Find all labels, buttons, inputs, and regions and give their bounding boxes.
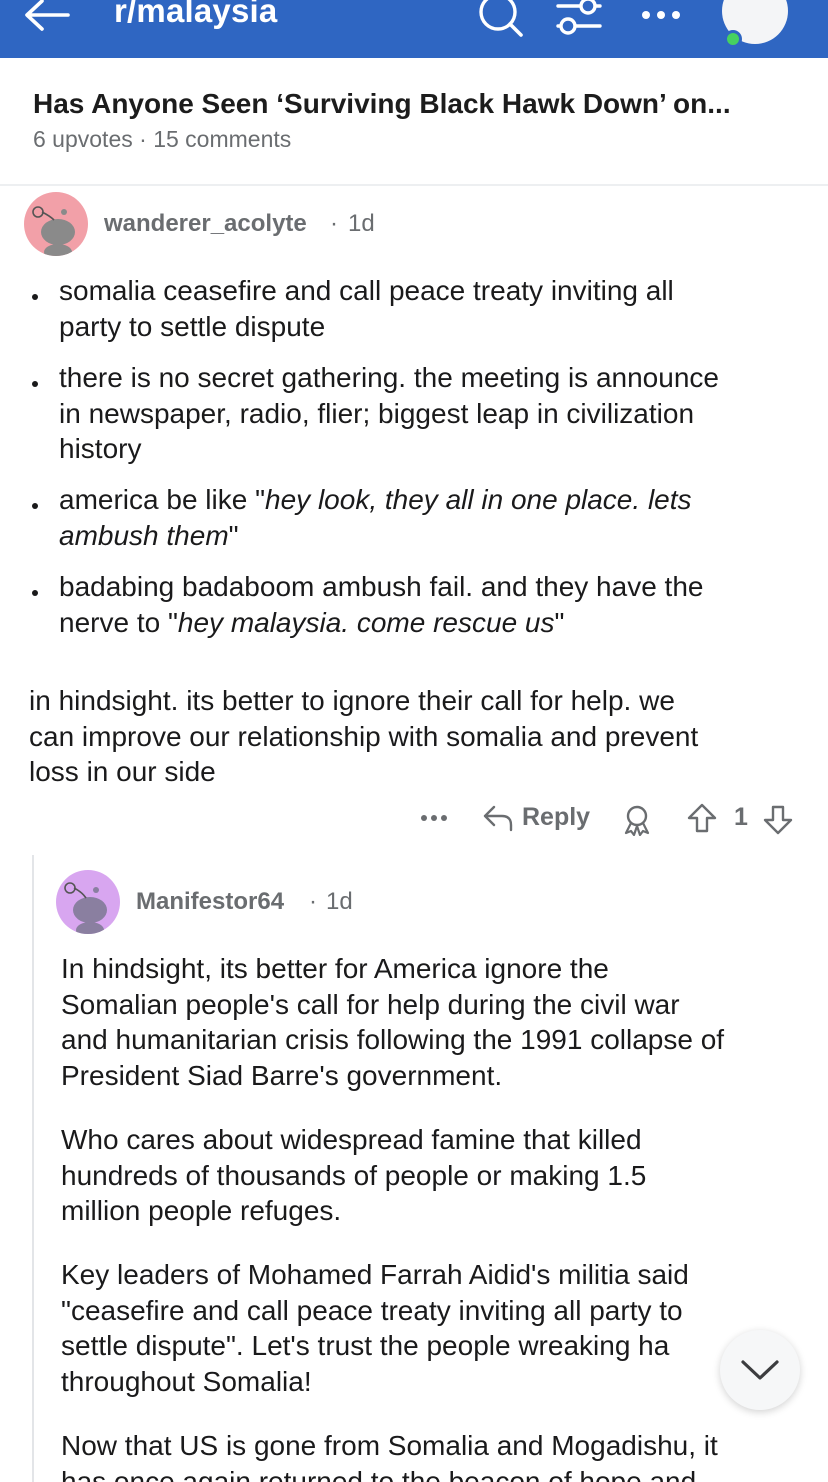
- commenter-avatar[interactable]: [24, 192, 88, 256]
- paragraph-line: In hindsight, its better for America ign…: [61, 953, 609, 984]
- paragraph-line: "ceasefire and call peace treaty invitin…: [61, 1294, 683, 1326]
- paragraph-line: Key leaders of Mohamed Farrah Aidid's mi…: [61, 1259, 689, 1290]
- list-item: america be like "hey look, they all in o…: [59, 482, 692, 553]
- list-item-line: somalia ceasefire and call peace treaty …: [59, 275, 674, 306]
- reply-button[interactable]: Reply: [522, 803, 590, 832]
- paragraph-line: Who cares about widespread famine that k…: [61, 1124, 642, 1155]
- comment-author[interactable]: wanderer_acolyte: [104, 210, 307, 238]
- comment-paragraph: Who cares about widespread famine that k…: [61, 1122, 646, 1229]
- paragraph-line: has once again returned to the beacon of…: [61, 1465, 697, 1482]
- bullet-marker: [32, 294, 38, 300]
- divider: [0, 184, 828, 186]
- paragraph-line: million people refuges.: [61, 1195, 342, 1226]
- list-item-line: party to settle dispute: [59, 310, 326, 342]
- meta-separator: ·: [139, 126, 154, 152]
- comment-author[interactable]: Manifestor64: [136, 888, 284, 916]
- snoo-icon: [64, 882, 107, 934]
- list-item-text: ": [554, 606, 565, 638]
- paragraph-line: President Siad Barre's government.: [61, 1059, 503, 1091]
- subreddit-title[interactable]: r/malaysia: [114, 0, 277, 30]
- online-status-indicator: [724, 30, 742, 48]
- list-item: badabing badaboom ambush fail. and they …: [59, 569, 703, 640]
- comment-count: 15 comments: [153, 126, 292, 152]
- list-item-text: ": [228, 519, 239, 551]
- chevron-down-icon: [741, 1360, 779, 1380]
- vote-score: 1: [734, 803, 748, 831]
- list-item-line: in newspaper, radio, flier; biggest leap…: [59, 397, 695, 429]
- quoted-text: hey look, they all in one place. lets: [265, 484, 692, 515]
- award-icon[interactable]: [622, 804, 652, 836]
- upvote-icon[interactable]: [686, 802, 718, 834]
- filter-icon[interactable]: [554, 0, 606, 38]
- post-title[interactable]: Has Anyone Seen ‘Surviving Black Hawk Do…: [33, 88, 731, 120]
- top-app-bar: r/malaysia: [0, 0, 828, 58]
- bullet-marker: [32, 381, 38, 387]
- comment-paragraph: In hindsight, its better for America ign…: [61, 951, 724, 1093]
- comment-paragraph: Key leaders of Mohamed Farrah Aidid's mi…: [61, 1257, 689, 1399]
- paragraph-line: Now that US is gone from Somalia and Mog…: [61, 1430, 718, 1461]
- commenter-avatar[interactable]: [56, 870, 120, 934]
- comment-age: 1d: [326, 888, 353, 915]
- paragraph-line: can improve our relationship with somali…: [29, 720, 699, 752]
- comment-action-bar: Reply 1: [416, 796, 806, 842]
- meta-separator: ·: [330, 210, 338, 237]
- paragraph-line: loss in our side: [29, 756, 216, 787]
- back-arrow-icon[interactable]: [22, 0, 74, 34]
- thread-line[interactable]: [32, 855, 34, 1482]
- list-item: somalia ceasefire and call peace treaty …: [59, 273, 674, 344]
- bullet-marker: [32, 590, 38, 596]
- comment-age: 1d: [348, 210, 375, 237]
- list-item-text: nerve to ": [59, 606, 178, 638]
- list-item-line: badabing badaboom ambush fail. and they …: [59, 571, 704, 602]
- upvote-count: 6 upvotes: [33, 126, 133, 152]
- paragraph-line: settle dispute". Let's trust the people …: [61, 1330, 670, 1361]
- meta-separator: ·: [309, 888, 317, 915]
- next-comment-button[interactable]: [720, 1330, 800, 1410]
- bullet-marker: [32, 503, 38, 509]
- comment-paragraph: in hindsight. its better to ignore their…: [29, 683, 698, 790]
- quoted-text: ambush them: [59, 519, 229, 551]
- list-item-line: there is no secret gathering. the meetin…: [59, 362, 719, 393]
- paragraph-line: throughout Somalia!: [61, 1365, 312, 1397]
- paragraph-line: and humanitarian crisis following the 19…: [61, 1024, 725, 1055]
- paragraph-line: hundreds of thousands of people or makin…: [61, 1159, 647, 1191]
- post-stats: 6 upvotes · 15 comments: [33, 126, 291, 153]
- quoted-text: hey malaysia. come rescue us: [177, 606, 555, 638]
- list-item-line: history: [59, 433, 142, 464]
- more-icon[interactable]: [640, 4, 682, 26]
- snoo-icon: [32, 206, 75, 256]
- list-item: there is no secret gathering. the meetin…: [59, 360, 719, 467]
- comment-paragraph: Now that US is gone from Somalia and Mog…: [61, 1428, 718, 1482]
- search-icon[interactable]: [476, 0, 526, 40]
- list-item-text: america be like ": [59, 484, 266, 515]
- paragraph-line: Somalian people's call for help during t…: [61, 988, 680, 1020]
- downvote-icon[interactable]: [762, 804, 794, 836]
- reply-icon[interactable]: [482, 804, 514, 832]
- more-options-icon[interactable]: [420, 814, 448, 822]
- paragraph-line: in hindsight. its better to ignore their…: [29, 685, 675, 716]
